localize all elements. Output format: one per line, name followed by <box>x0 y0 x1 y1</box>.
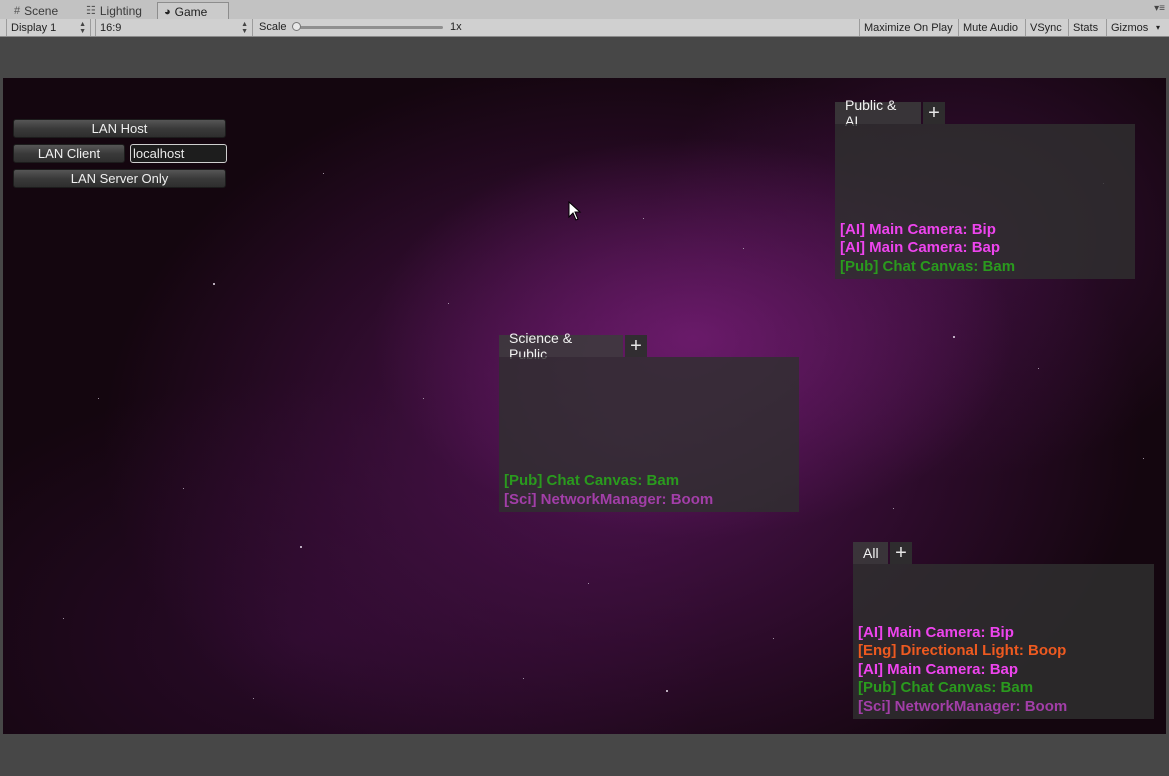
star <box>743 248 744 249</box>
chat-message: [AI] Main Camera: Bap <box>858 660 1019 678</box>
tab-public-ai[interactable]: Public & AI <box>835 97 921 129</box>
chat-message: [Pub] Chat Canvas: Bam <box>840 257 1016 275</box>
message-list: [AI] Main Camera: Bip [Eng] Directional L… <box>858 624 1067 717</box>
chat-message: [Sci] NetworkManager: Boom <box>504 490 714 508</box>
chat-panel-public-ai: [AI] Main Camera: Bip [AI] Main Camera: B… <box>835 124 1135 279</box>
chat-message: [Pub] Chat Canvas: Bam <box>858 679 1034 696</box>
lan-server-only-button[interactable]: LAN Server Only <box>13 169 226 188</box>
chat-message: [AI] Main Camera: Bip <box>858 623 1014 641</box>
chat-message: [AI] Main Camera: Bip <box>840 220 996 238</box>
aspect-dropdown-label: 16:9 <box>100 21 122 34</box>
lan-client-button[interactable]: LAN Client <box>13 144 125 163</box>
tab-scene-label: Scene <box>24 3 59 18</box>
tab-all[interactable]: All <box>853 542 888 564</box>
tab-lighting-label: Lighting <box>99 3 142 18</box>
mute-audio-label: Mute Audio <box>963 21 1019 34</box>
mute-audio-toggle[interactable]: Mute Audio <box>958 19 1022 36</box>
gizmos-dropdown[interactable]: Gizmos ▾ <box>1106 19 1163 36</box>
star <box>183 488 184 489</box>
lan-server-only-label: LAN Server Only <box>70 171 169 186</box>
star <box>213 283 215 285</box>
mouse-cursor-icon <box>568 201 582 221</box>
stats-label: Stats <box>1073 21 1099 34</box>
chat-message: [AI] Main Camera: Bap <box>840 239 1001 256</box>
star <box>953 336 955 338</box>
star <box>666 690 668 692</box>
star <box>643 218 644 219</box>
add-channel-button[interactable]: + <box>923 102 945 124</box>
game-toolbar: Display 1 ▲ ▼ 16:9 ▲ ▼ Scale 1x Maximize O… <box>0 19 1169 37</box>
dropdown-arrows-icon: ▲ ▼ <box>241 20 248 35</box>
display-dropdown[interactable]: Display 1 ▲ ▼ <box>6 19 91 36</box>
tab-lighting[interactable]: ☷ Lighting <box>80 2 152 19</box>
scale-value: 1x <box>450 21 462 33</box>
star <box>448 303 449 304</box>
lan-client-label: LAN Client <box>37 146 101 161</box>
chevron-down-icon: ▾ <box>1155 23 1160 32</box>
add-channel-button[interactable]: + <box>890 542 912 564</box>
gizmos-label: Gizmos <box>1111 21 1149 34</box>
star <box>98 398 99 399</box>
tab-science-public[interactable]: Science & Public <box>499 330 623 362</box>
chat-panel-science-public: [Pub] Chat Canvas: Bam [Sci] NetworkManag… <box>499 357 799 512</box>
game-icon: ◕ <box>164 5 171 18</box>
maximize-on-play-toggle[interactable]: Maximize On Play <box>859 19 957 36</box>
tab-all-label: All <box>863 545 879 561</box>
stats-toggle[interactable]: Stats <box>1068 19 1102 36</box>
grid-icon: # <box>14 4 21 17</box>
add-channel-button[interactable]: + <box>625 335 647 357</box>
tab-game-label: Game <box>174 4 208 19</box>
server-address-input[interactable] <box>130 144 227 163</box>
lighting-icon: ☷ <box>86 5 96 17</box>
star <box>1038 368 1039 369</box>
chat-message: [Eng] Directional Light: Boop <box>858 642 1067 659</box>
scale-slider-thumb[interactable] <box>292 22 301 31</box>
lan-host-label: LAN Host <box>91 121 148 136</box>
chat-message: [Pub] Chat Canvas: Bam <box>504 472 680 489</box>
star <box>253 698 254 699</box>
star <box>300 546 302 548</box>
display-dropdown-label: Display 1 <box>11 21 57 34</box>
panel-menu-icon[interactable]: ▾≡ <box>1154 3 1165 14</box>
star <box>1143 458 1144 459</box>
scale-slider-track[interactable] <box>296 26 443 29</box>
star <box>773 638 774 639</box>
star <box>523 678 524 679</box>
vsync-toggle[interactable]: VSync <box>1025 19 1066 36</box>
chat-panel-all: [AI] Main Camera: Bip [Eng] Directional L… <box>853 564 1154 719</box>
star <box>323 173 324 174</box>
chat-message: [Sci] NetworkManager: Boom <box>858 697 1068 715</box>
star <box>423 398 424 399</box>
plus-icon: + <box>895 541 907 564</box>
star <box>63 618 64 619</box>
star <box>893 508 894 509</box>
aspect-dropdown[interactable]: 16:9 ▲ ▼ <box>95 19 253 36</box>
plus-icon: + <box>630 334 642 357</box>
message-list: [AI] Main Camera: Bip [AI] Main Camera: B… <box>840 221 1015 277</box>
star <box>588 583 589 584</box>
tab-game[interactable]: ◕ Game <box>157 2 229 20</box>
dropdown-arrows-icon: ▲ ▼ <box>79 20 86 35</box>
scale-label: Scale <box>259 21 287 33</box>
message-list: [Pub] Chat Canvas: Bam [Sci] NetworkManag… <box>504 472 713 509</box>
vsync-label: VSync <box>1030 21 1062 34</box>
editor-tab-strip: # Scene ☷ Lighting ◕ Game ▾≡ <box>0 0 1169 20</box>
plus-icon: + <box>928 101 940 124</box>
maximize-on-play-label: Maximize On Play <box>864 21 953 34</box>
lan-host-button[interactable]: LAN Host <box>13 119 226 138</box>
tab-scene[interactable]: # Scene <box>8 2 74 19</box>
